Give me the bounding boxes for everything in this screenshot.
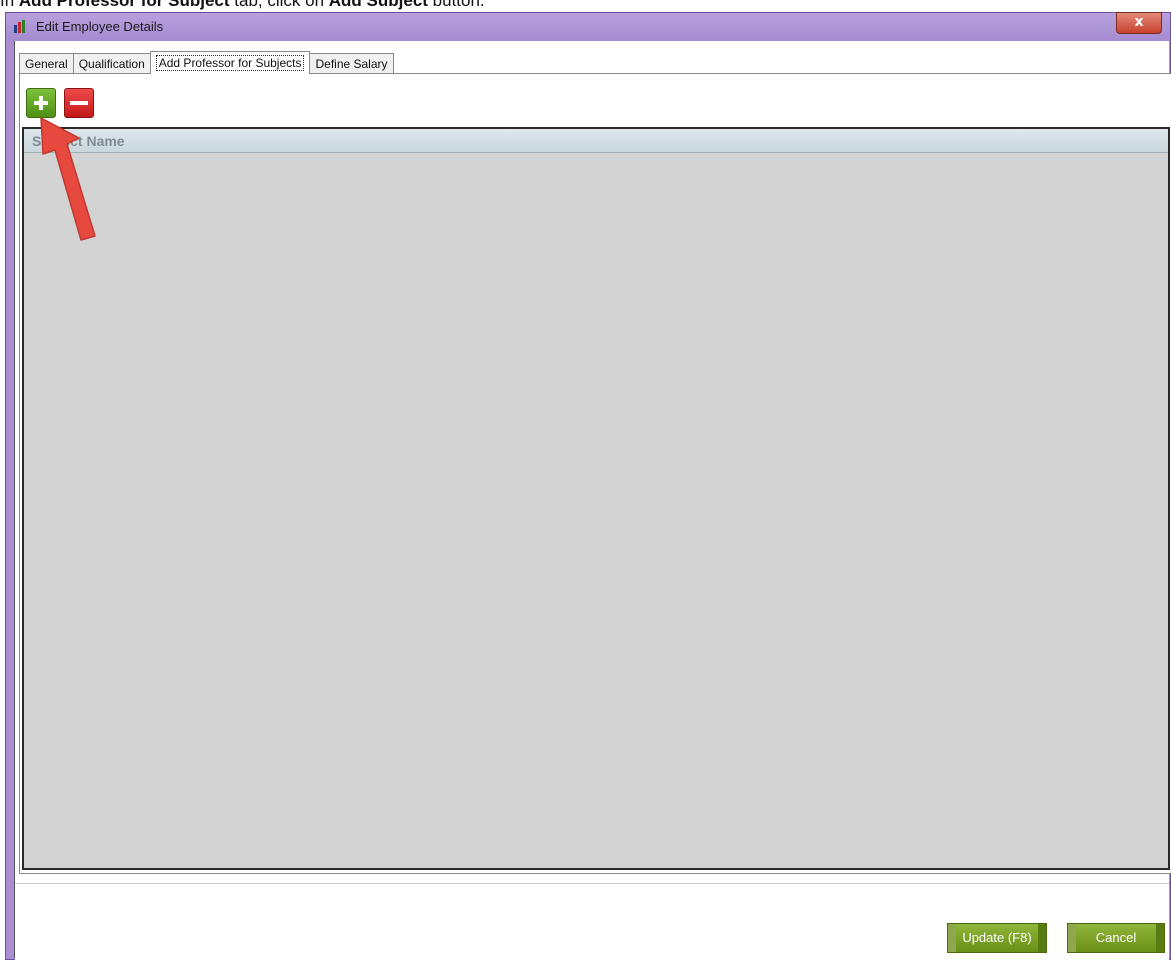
grid-header-row: Subject Name (24, 129, 1168, 153)
instruction-tab-name: Add Professor for Subject (18, 0, 230, 10)
instruction-middle: tab, click on (229, 0, 329, 10)
tab-panel: Subject Name (19, 73, 1171, 874)
edit-employee-window: Edit Employee Details x General Qualific… (5, 12, 1171, 961)
window-client-area: General Qualification Add Professor for … (14, 41, 1171, 961)
cancel-button[interactable]: Cancel (1067, 923, 1165, 953)
tab-add-professor-label: Add Professor for Subjects (155, 55, 305, 71)
tab-strip: General Qualification Add Professor for … (19, 51, 394, 74)
instruction-suffix: button. (427, 0, 485, 10)
dialog-footer: Update (F8) Cancel (15, 883, 1169, 961)
title-bar[interactable]: Edit Employee Details x (6, 12, 1170, 41)
instruction-prefix: In (0, 0, 19, 10)
close-button[interactable]: x (1116, 12, 1162, 34)
update-button[interactable]: Update (F8) (947, 923, 1047, 953)
tab-qualification[interactable]: Qualification (72, 53, 151, 74)
tab-add-professor-for-subjects[interactable]: Add Professor for Subjects (149, 51, 311, 74)
window-title: Edit Employee Details (36, 19, 164, 34)
instruction-button-name: Add Subject (328, 0, 428, 10)
app-logo-icon (14, 20, 28, 33)
annotation-arrow-icon (40, 117, 96, 241)
tab-define-salary[interactable]: Define Salary (309, 53, 394, 74)
subjects-grid[interactable]: Subject Name (22, 127, 1170, 870)
instruction-caption: In Add Professor for Subject tab, click … (0, 0, 485, 11)
tab-general[interactable]: General (19, 53, 74, 74)
